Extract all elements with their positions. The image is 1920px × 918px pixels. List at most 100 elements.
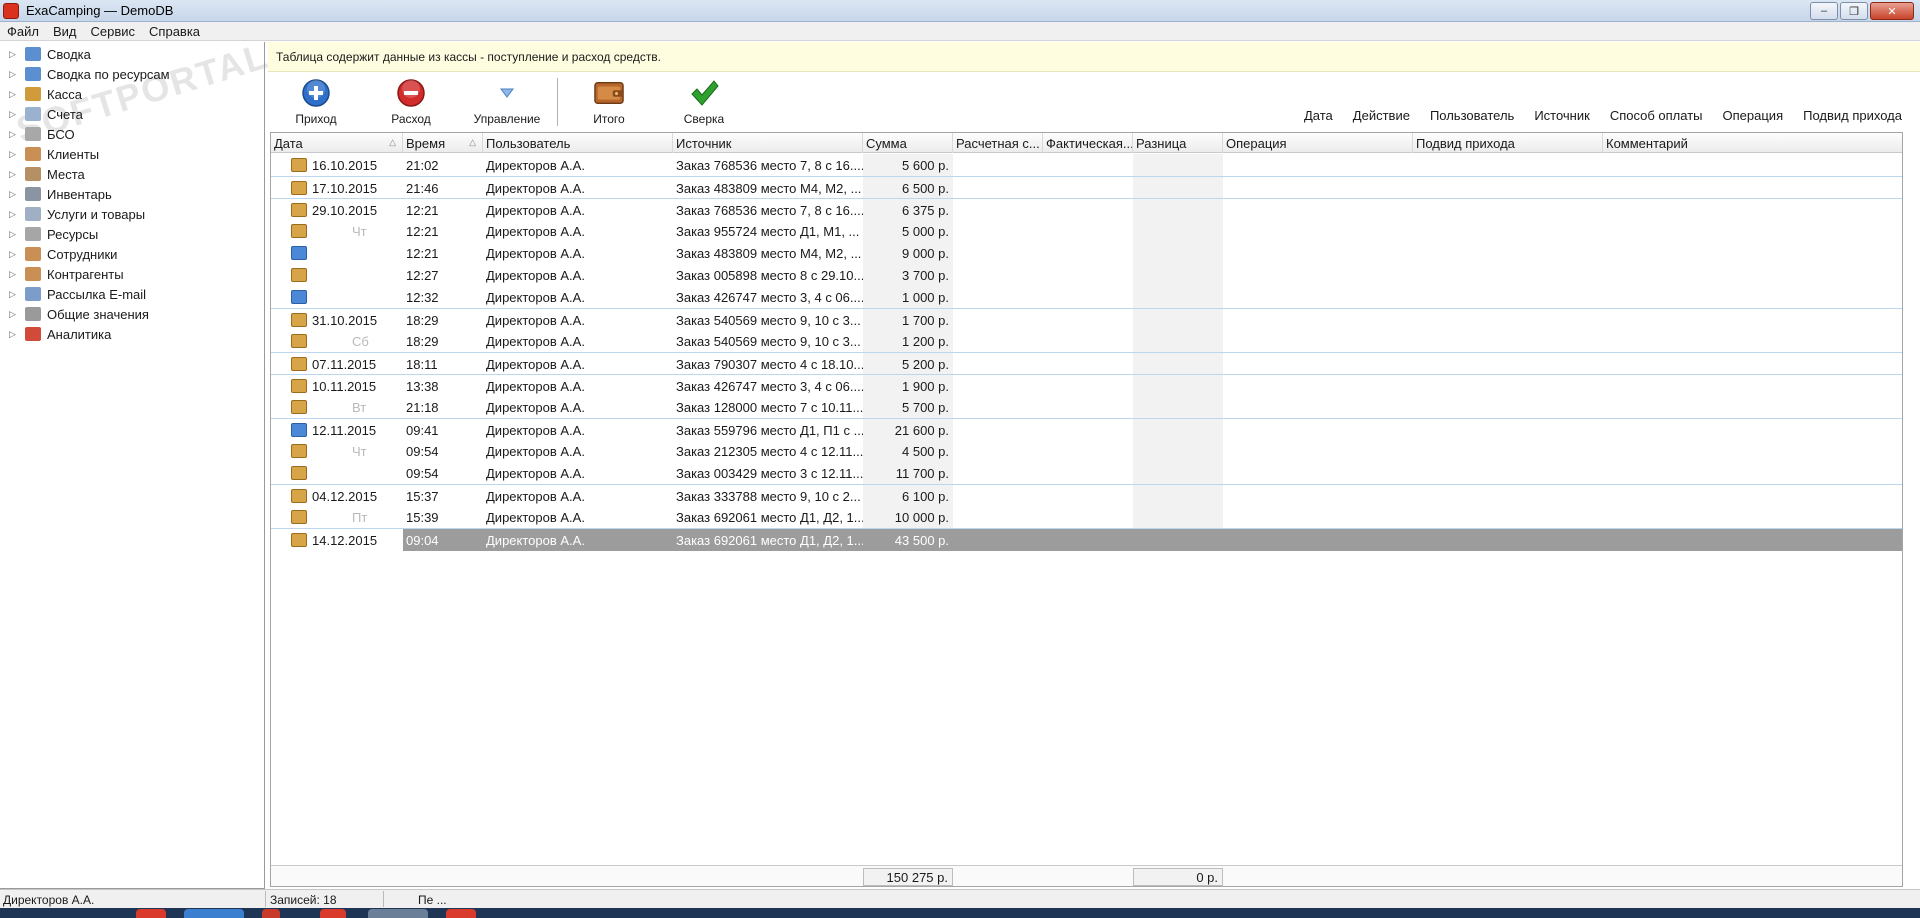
table-row[interactable]: 09:54 Директоров А.А. Заказ 003429 место 3… — [271, 462, 1902, 484]
column-header-operation[interactable]: Операция — [1223, 133, 1413, 153]
group-field-payment-method[interactable]: Способ оплаты — [1610, 108, 1703, 123]
column-header-date[interactable]: Дата △ — [271, 133, 403, 153]
sum-cell: 5 200 р. — [902, 357, 949, 372]
sidebar-item[interactable]: ▷ Инвентарь — [0, 184, 262, 204]
income-button[interactable]: Приход — [276, 76, 356, 126]
table-row[interactable]: 12:27 Директоров А.А. Заказ 005898 место 8… — [271, 264, 1902, 286]
minimize-icon[interactable]: – — [1810, 2, 1838, 20]
table-row[interactable]: Пт 15:39 Директоров А.А. Заказ 692061 место… — [271, 506, 1902, 528]
taskbar-app-icon[interactable] — [136, 909, 166, 918]
source-cell: Заказ 333788 место 9, 10 с 2... — [676, 489, 861, 504]
column-header-income-subtype[interactable]: Подвид прихода — [1413, 133, 1603, 153]
expand-arrow-icon[interactable]: ▷ — [9, 109, 21, 120]
sidebar-item[interactable]: ▷ Сводка — [0, 44, 262, 64]
table-row[interactable]: 10.11.2015 13:38 Директоров А.А. Заказ 4267… — [271, 374, 1902, 397]
taskbar-app-icon[interactable] — [446, 909, 476, 918]
expand-arrow-icon[interactable]: ▷ — [9, 269, 21, 280]
total-button[interactable]: Итого — [569, 76, 649, 126]
table-row[interactable]: 12:32 Директоров А.А. Заказ 426747 место 3… — [271, 286, 1902, 308]
date-cell: 29.10.2015 — [312, 203, 378, 218]
expand-arrow-icon[interactable]: ▷ — [9, 229, 21, 240]
menu-service[interactable]: Сервис — [84, 22, 143, 40]
expand-arrow-icon[interactable]: ▷ — [9, 309, 21, 320]
sidebar-item[interactable]: ▷ Аналитика — [0, 324, 262, 344]
group-field-source[interactable]: Источник — [1534, 108, 1590, 123]
expand-arrow-icon[interactable]: ▷ — [9, 249, 21, 260]
sidebar-item[interactable]: ▷ Ресурсы — [0, 224, 262, 244]
sidebar-item[interactable]: ▷ Сводка по ресурсам — [0, 64, 262, 84]
expand-arrow-icon[interactable]: ▷ — [9, 149, 21, 160]
table-row[interactable]: 31.10.2015 18:29 Директоров А.А. Заказ 5405… — [271, 308, 1902, 331]
group-field-action[interactable]: Действие — [1353, 108, 1410, 123]
restore-icon[interactable]: ❐ — [1840, 2, 1868, 20]
user-cell: Директоров А.А. — [486, 423, 585, 438]
table-row[interactable]: 04.12.2015 15:37 Директоров А.А. Заказ 3337… — [271, 484, 1902, 507]
cash-register-icon — [25, 87, 41, 101]
group-field-income-subtype[interactable]: Подвид прихода — [1803, 108, 1902, 123]
expense-button[interactable]: Расход — [371, 76, 451, 126]
column-header-comment[interactable]: Комментарий — [1603, 133, 1902, 153]
table-row[interactable]: 07.11.2015 18:11 Директоров А.А. Заказ 7903… — [271, 352, 1902, 375]
date-cell: 07.11.2015 — [312, 357, 377, 372]
sidebar-item[interactable]: ▷ Контрагенты — [0, 264, 262, 284]
expand-arrow-icon[interactable]: ▷ — [9, 89, 21, 100]
taskbar-app-icon[interactable] — [184, 909, 244, 918]
group-field-operation[interactable]: Операция — [1723, 108, 1784, 123]
expand-arrow-icon[interactable]: ▷ — [9, 289, 21, 300]
sidebar-item[interactable]: ▷ Касса — [0, 84, 262, 104]
menu-file[interactable]: Файл — [0, 22, 46, 40]
taskbar-app-icon[interactable] — [262, 909, 280, 918]
reconcile-button[interactable]: Сверка — [664, 76, 744, 126]
table-row[interactable]: Вт 21:18 Директоров А.А. Заказ 128000 место… — [271, 396, 1902, 418]
table-row[interactable]: Чт 12:21 Директоров А.А. Заказ 955724 место… — [271, 220, 1902, 242]
table-row[interactable]: 14.12.2015 09:04 Директоров А.А. Заказ 6920… — [271, 528, 1902, 551]
sum-total: 150 275 р. — [863, 868, 953, 886]
table-row[interactable]: 29.10.2015 12:21 Директоров А.А. Заказ 7685… — [271, 198, 1902, 221]
taskbar-app-icon[interactable] — [368, 909, 428, 918]
table-row[interactable]: 12:21 Директоров А.А. Заказ 483809 место М… — [271, 242, 1902, 264]
sidebar-item[interactable]: ▷ Счета — [0, 104, 262, 124]
column-header-difference[interactable]: Разница — [1133, 133, 1223, 153]
expand-arrow-icon[interactable]: ▷ — [9, 169, 21, 180]
menu-help[interactable]: Справка — [142, 22, 207, 40]
group-field-user[interactable]: Пользователь — [1430, 108, 1514, 123]
weekday-cell: Чт — [352, 224, 367, 239]
column-header-user[interactable]: Пользователь — [483, 133, 673, 153]
sidebar-item[interactable]: ▷ Сотрудники — [0, 244, 262, 264]
time-cell: 18:29 — [406, 313, 439, 328]
date-cell — [309, 286, 403, 308]
expand-arrow-icon[interactable]: ▷ — [9, 69, 21, 80]
column-header-actual[interactable]: Фактическая... — [1043, 133, 1133, 153]
group-field-date[interactable]: Дата — [1304, 108, 1333, 123]
table-row[interactable]: Сб 18:29 Директоров А.А. Заказ 540569 место… — [271, 330, 1902, 352]
column-header-calculated[interactable]: Расчетная с... — [953, 133, 1043, 153]
time-cell: 21:18 — [406, 400, 439, 415]
table-row[interactable]: 16.10.2015 21:02 Директоров А.А. Заказ 7685… — [271, 154, 1902, 176]
taskbar-app-icon[interactable] — [320, 909, 346, 918]
column-header-sum[interactable]: Сумма — [863, 133, 953, 153]
difference-cell — [1133, 462, 1223, 484]
sum-cell: 43 500 р. — [894, 533, 949, 548]
sidebar-item[interactable]: ▷ Рассылка E-mail — [0, 284, 262, 304]
sidebar-item[interactable]: ▷ Места — [0, 164, 262, 184]
expand-arrow-icon[interactable]: ▷ — [9, 49, 21, 60]
sidebar-item[interactable]: ▷ Услуги и товары — [0, 204, 262, 224]
table-row[interactable]: 12.11.2015 09:41 Директоров А.А. Заказ 5597… — [271, 418, 1902, 441]
toolbar-separator — [557, 78, 558, 126]
close-icon[interactable]: ✕ — [1870, 2, 1914, 20]
expand-arrow-icon[interactable]: ▷ — [9, 329, 21, 340]
table-row[interactable]: 17.10.2015 21:46 Директоров А.А. Заказ 4838… — [271, 176, 1902, 199]
sidebar-item-label: Счета — [47, 106, 83, 122]
user-cell: Директоров А.А. — [486, 313, 585, 328]
table-row[interactable]: Чт 09:54 Директоров А.А. Заказ 212305 место… — [271, 440, 1902, 462]
expand-arrow-icon[interactable]: ▷ — [9, 129, 21, 140]
sidebar-item[interactable]: ▷ Общие значения — [0, 304, 262, 324]
expand-arrow-icon[interactable]: ▷ — [9, 189, 21, 200]
column-header-source[interactable]: Источник — [673, 133, 863, 153]
expand-arrow-icon[interactable]: ▷ — [9, 209, 21, 220]
sidebar-item[interactable]: ▷ БСО — [0, 124, 262, 144]
column-header-time[interactable]: Время △ — [403, 133, 483, 153]
manage-dropdown[interactable]: Управление — [467, 76, 547, 126]
menu-view[interactable]: Вид — [46, 22, 84, 40]
sidebar-item[interactable]: ▷ Клиенты — [0, 144, 262, 164]
